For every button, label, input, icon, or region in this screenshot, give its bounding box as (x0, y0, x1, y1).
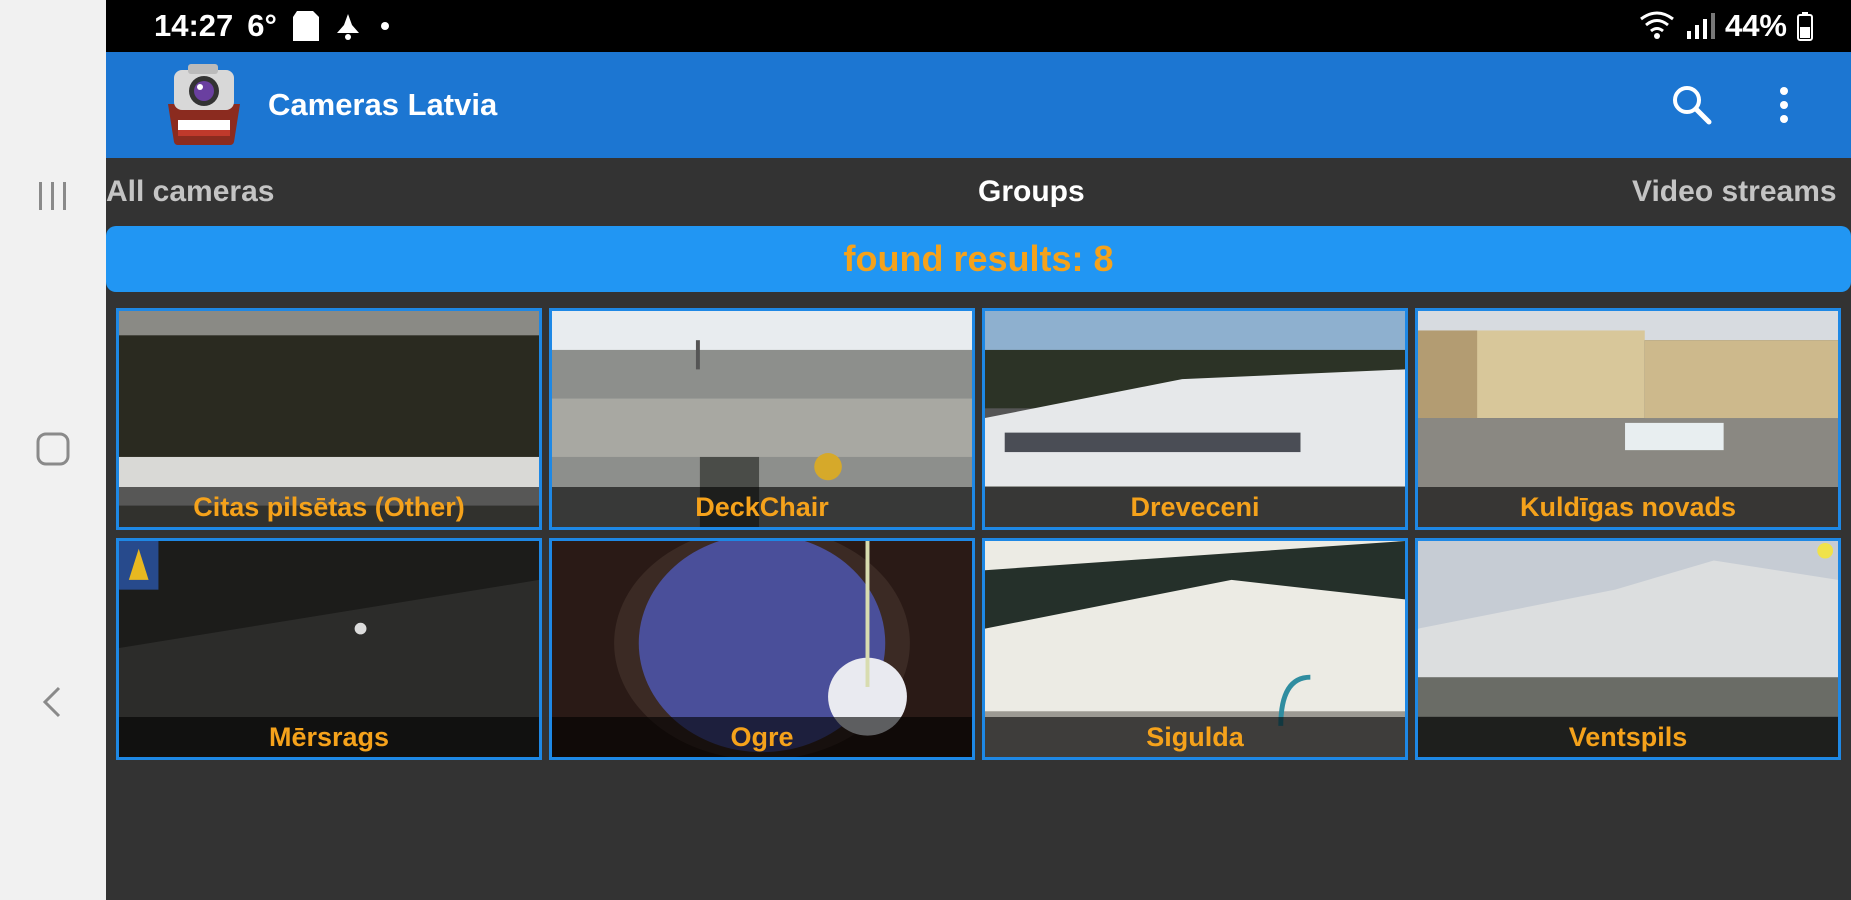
recents-button[interactable] (0, 156, 106, 236)
results-count-banner: found results: 8 (106, 226, 1851, 292)
group-label: Ventspils (1418, 717, 1838, 757)
wifi-icon (1640, 11, 1674, 39)
search-button[interactable] (1664, 77, 1720, 133)
app-title: Cameras Latvia (268, 87, 498, 122)
battery-percent: 44% (1724, 8, 1787, 43)
tab-video-streams[interactable]: Video streams (1632, 158, 1837, 226)
app-logo (168, 64, 240, 145)
sd-card-icon (292, 11, 319, 41)
home-icon (36, 432, 70, 466)
system-navigation-bar (0, 0, 106, 900)
recents-icon (39, 182, 66, 210)
group-tile[interactable]: Sigulda (982, 538, 1408, 760)
back-icon (42, 686, 61, 718)
app-screen: 14:27 6° 44% Cameras Latvia All cameras … (106, 0, 1851, 900)
group-tile[interactable]: Citas pilsētas (Other) (116, 308, 542, 530)
back-button[interactable] (0, 662, 106, 742)
home-button[interactable] (0, 409, 106, 489)
battery-icon (1797, 12, 1813, 41)
status-bar: 14:27 6° 44% (106, 0, 1851, 52)
tab-all-cameras[interactable]: All cameras (106, 158, 274, 226)
group-tile[interactable]: Ventspils (1415, 538, 1841, 760)
more-vert-icon (1780, 87, 1788, 123)
overflow-menu-button[interactable] (1756, 77, 1812, 133)
notification-icon (336, 14, 359, 40)
dot-icon (380, 22, 389, 30)
tab-groups[interactable]: Groups (978, 158, 1085, 226)
group-label: Ogre (552, 717, 972, 757)
group-label: DeckChair (552, 487, 972, 527)
group-label: Sigulda (985, 717, 1405, 757)
group-grid: Citas pilsētas (Other) DeckChair Drevece… (116, 308, 1842, 766)
group-tile[interactable]: Dreveceni (982, 308, 1408, 530)
temperature: 6° (247, 8, 277, 43)
group-label: Citas pilsētas (Other) (119, 487, 539, 527)
app-bar: Cameras Latvia (106, 52, 1851, 158)
group-label: Mērsrags (119, 717, 539, 757)
clock: 14:27 (154, 8, 234, 43)
group-tile[interactable]: Mērsrags (116, 538, 542, 760)
group-tile[interactable]: DeckChair (549, 308, 975, 530)
group-label: Dreveceni (985, 487, 1405, 527)
tab-bar: All cameras Groups Video streams (106, 158, 1851, 226)
group-tile[interactable]: Ogre (549, 538, 975, 760)
group-label: Kuldīgas novads (1418, 487, 1838, 527)
signal-icon (1686, 13, 1715, 39)
search-icon (1673, 86, 1712, 125)
group-tile[interactable]: Kuldīgas novads (1415, 308, 1841, 530)
